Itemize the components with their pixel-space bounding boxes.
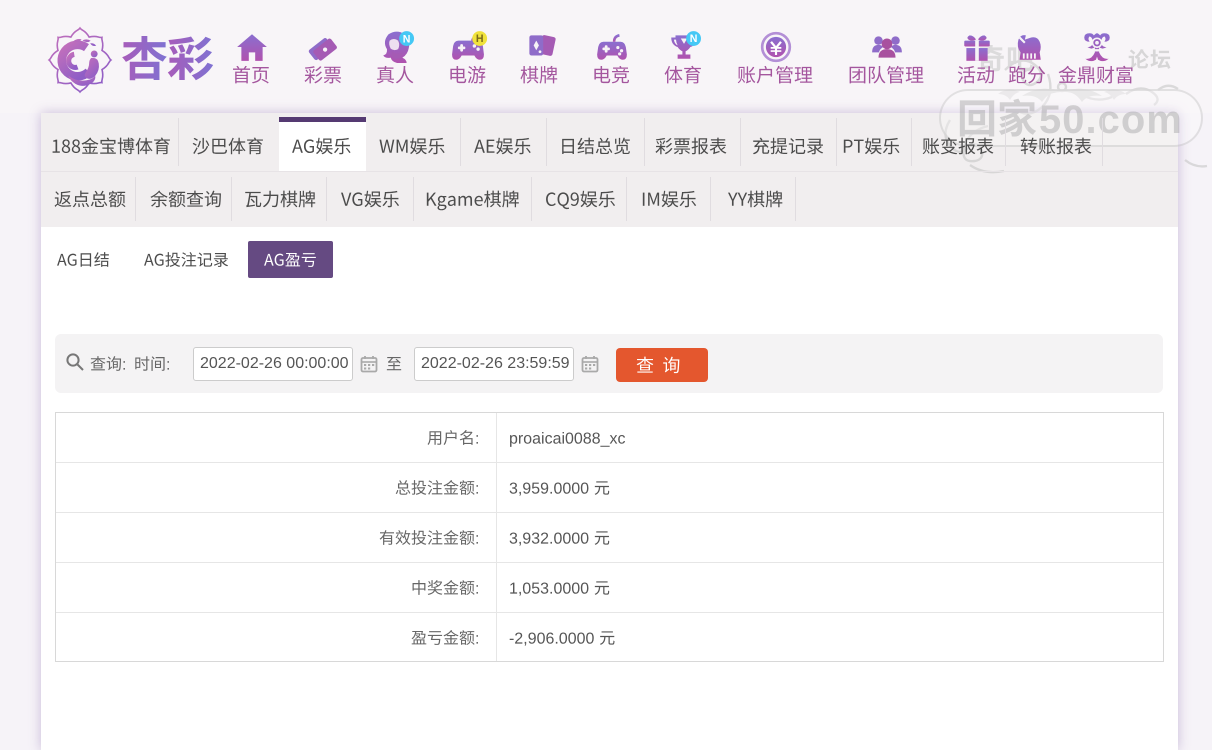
svg-text:N: N: [690, 33, 698, 45]
svg-text:N: N: [403, 33, 411, 45]
svg-text:H: H: [476, 33, 484, 45]
